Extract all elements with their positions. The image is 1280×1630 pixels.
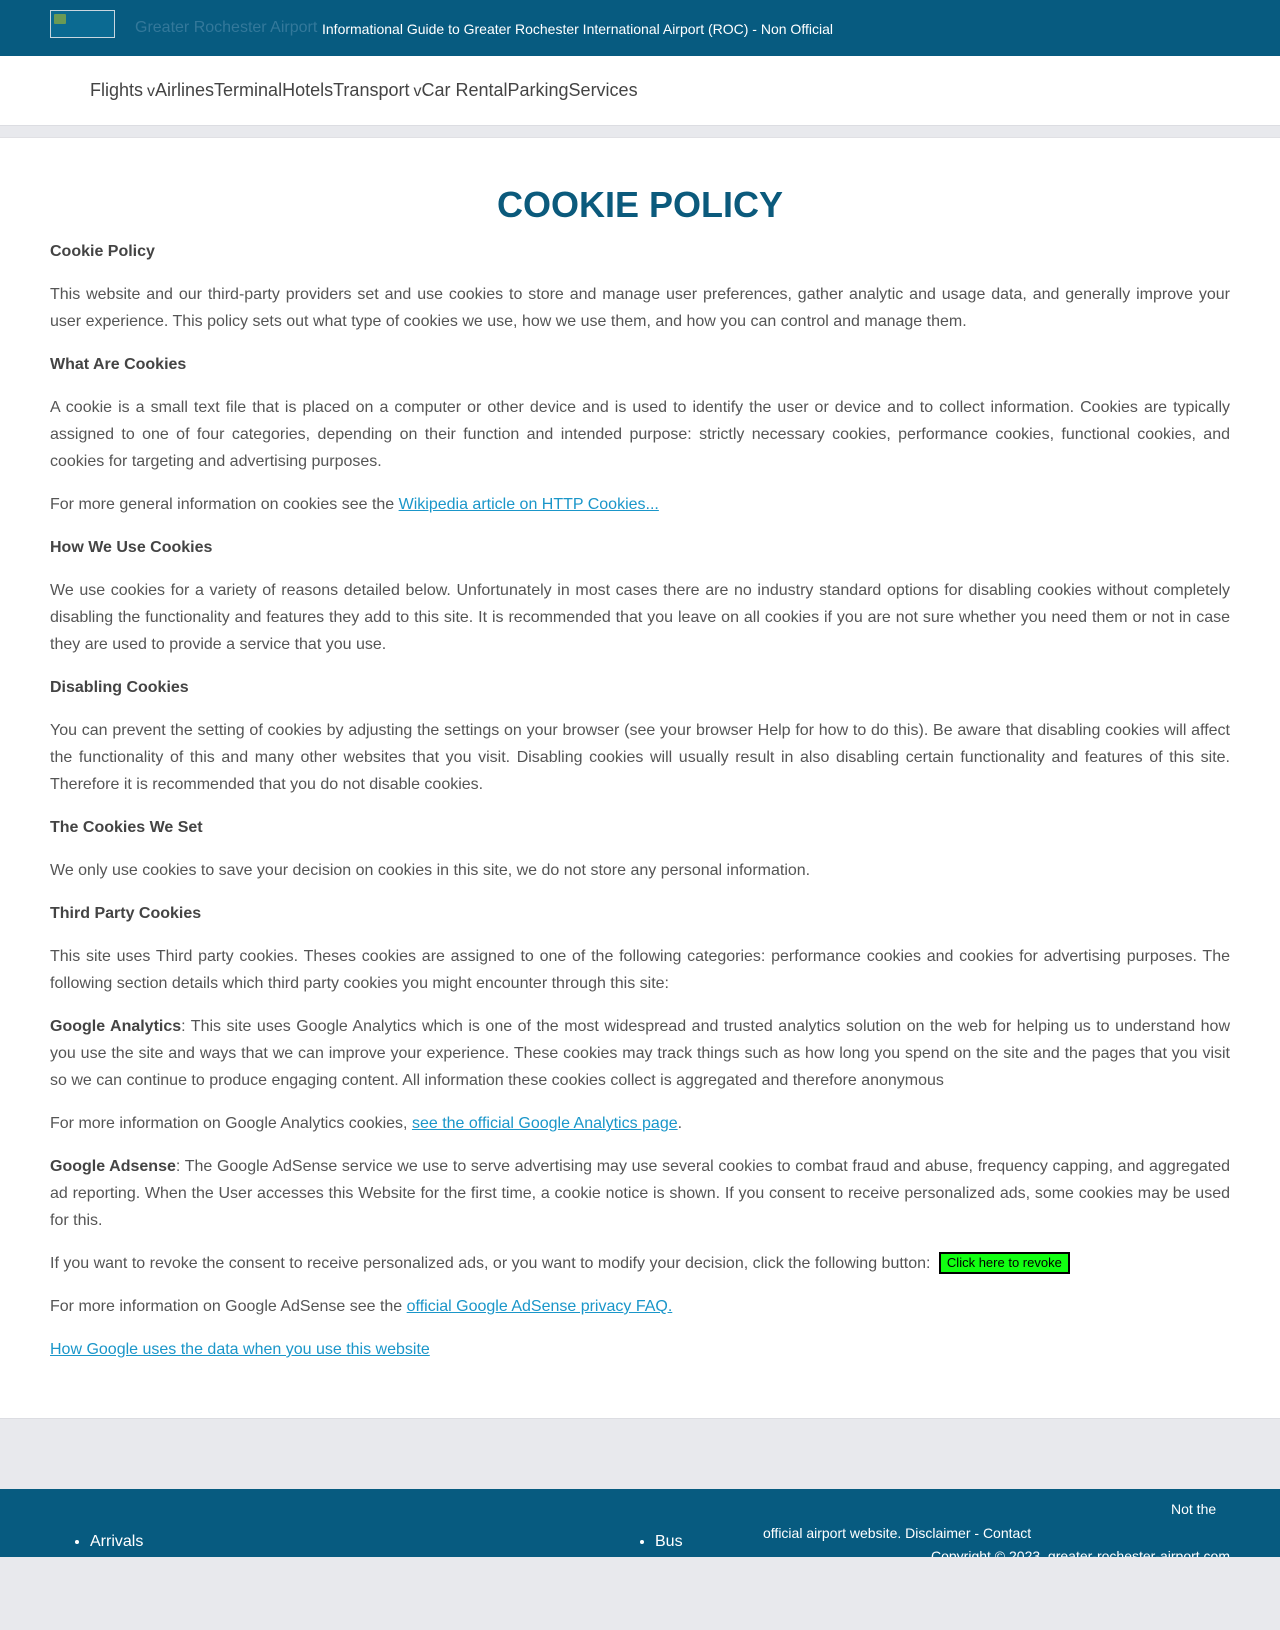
disclaimer-link[interactable]: Disclaimer — [905, 1525, 970, 1541]
section-heading: Cookie Policy — [50, 243, 155, 260]
contact-link[interactable]: Contact — [983, 1525, 1031, 1541]
footer-item-arrivals[interactable]: Arrivals — [90, 1533, 143, 1551]
cookie-policy-article: Cookie Policy This website and our third… — [50, 238, 1230, 1379]
revoke-paragraph: If you want to revoke the consent to rec… — [50, 1250, 1230, 1277]
paragraph-text: For more information on Google AdSense s… — [50, 1298, 407, 1315]
nav-item-parking[interactable]: Parking — [508, 80, 569, 101]
google-adsense-label: Google Adsense — [50, 1158, 176, 1175]
footer-list-transport: Bus — [655, 1533, 683, 1551]
paragraph-text: . — [677, 1115, 683, 1132]
paragraph-text: For more information on Google Analytics… — [50, 1115, 412, 1132]
chevron-down-icon: v — [147, 83, 156, 100]
third-party-paragraph: This site uses Third party cookies. Thes… — [50, 948, 1230, 992]
site-tagline: Informational Guide to Greater Rochester… — [322, 21, 833, 37]
what-paragraph: A cookie is a small text file that is pl… — [50, 399, 1230, 470]
disabling-paragraph: You can prevent the setting of cookies b… — [50, 722, 1230, 793]
nav-item-car-rental[interactable]: Car Rental — [421, 80, 507, 101]
footer-note: Not the — [1171, 1501, 1217, 1517]
paragraph-text: : This site uses Google Analytics which … — [50, 1018, 1230, 1089]
section-heading: What Are Cookies — [50, 356, 187, 373]
google-adsense-paragraph: Google Adsense: The Google AdSense servi… — [50, 1153, 1230, 1234]
footer-note-line: official airport website. Disclaimer - C… — [763, 1525, 1031, 1541]
more-info-paragraph: For more general information on cookies … — [50, 491, 1230, 518]
main-content: COOKIE POLICY Cookie Policy This website… — [0, 137, 1280, 1419]
nav-item-label: Transport — [333, 80, 410, 100]
copyright: Copyright © 2023, greater-rochester-airp… — [931, 1548, 1230, 1557]
paragraph-text: For more general information on cookies … — [50, 496, 399, 513]
nav-item-services[interactable]: Services — [569, 80, 638, 101]
google-analytics-link[interactable]: see the official Google Analytics page — [412, 1115, 678, 1132]
adsense-privacy-link[interactable]: official Google AdSense privacy FAQ. — [407, 1298, 673, 1315]
section-heading: Third Party Cookies — [50, 905, 202, 922]
footer-separator: - — [970, 1525, 983, 1541]
nav-item-terminal[interactable]: Terminal — [214, 80, 282, 101]
nav-item-label: Flights — [90, 80, 144, 100]
revoke-consent-button[interactable]: Click here to revoke — [938, 1252, 1070, 1274]
footer-list-flights: Arrivals — [90, 1533, 143, 1551]
site-footer: Arrivals Bus Not the official airport we… — [0, 1489, 1280, 1557]
nav-item-hotels[interactable]: Hotels — [282, 80, 333, 101]
intro-paragraph: This website and our third-party provide… — [50, 286, 1230, 330]
paragraph-text: : The Google AdSense service we use to s… — [50, 1158, 1231, 1229]
site-name-link[interactable]: Greater Rochester Airport — [135, 19, 317, 37]
page-title: COOKIE POLICY — [496, 184, 784, 225]
chevron-down-icon: v — [413, 83, 422, 100]
adsense-more-paragraph: For more information on Google AdSense s… — [50, 1293, 1230, 1320]
section-heading: How We Use Cookies — [50, 539, 213, 556]
ga-more-paragraph: For more information on Google Analytics… — [50, 1110, 1230, 1137]
section-heading: The Cookies We Set — [50, 819, 203, 836]
site-header: Greater Rochester Airport Informational … — [0, 0, 1280, 56]
google-analytics-paragraph: Google Analytics: This site uses Google … — [50, 1013, 1230, 1094]
nav-item-airlines[interactable]: Airlines — [155, 80, 214, 101]
site-logo[interactable] — [50, 10, 115, 38]
nav-item-transport[interactable]: Transport v — [333, 80, 421, 101]
set-paragraph: We only use cookies to save your decisio… — [50, 862, 811, 879]
wikipedia-link[interactable]: Wikipedia article on HTTP Cookies... — [399, 496, 659, 513]
nav-list: Flights v Airlines Terminal Hotels Transp… — [90, 80, 638, 101]
google-data-link[interactable]: How Google uses the data when you use th… — [50, 1341, 430, 1358]
footer-note-text: official airport website. — [763, 1525, 906, 1541]
footer-item-bus[interactable]: Bus — [655, 1533, 683, 1551]
how-paragraph: We use cookies for a variety of reasons … — [50, 582, 1230, 653]
google-data-paragraph: How Google uses the data when you use th… — [50, 1336, 1230, 1363]
section-heading: Disabling Cookies — [50, 679, 189, 696]
paragraph-text: If you want to revoke the consent to rec… — [50, 1255, 935, 1272]
nav-item-flights[interactable]: Flights v — [90, 80, 155, 101]
main-nav: Flights v Airlines Terminal Hotels Transp… — [0, 56, 1280, 126]
google-analytics-label: Google Analytics — [50, 1018, 182, 1035]
